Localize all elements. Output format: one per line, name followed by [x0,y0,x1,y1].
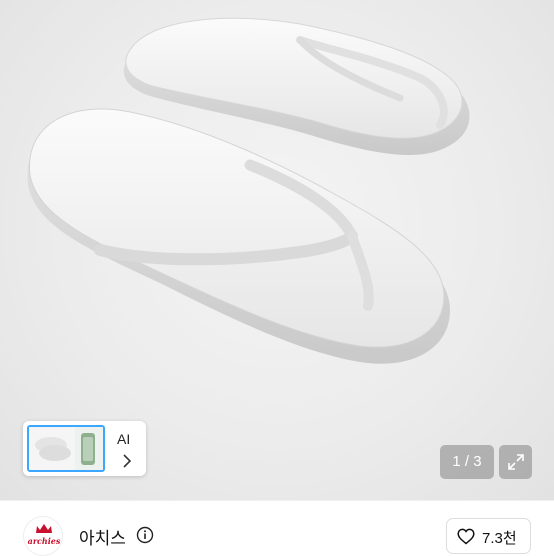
ai-thumbnail-strip [27,425,105,472]
ai-suggestion-card[interactable]: AI [23,421,146,476]
sandal-thumbnail [29,427,75,470]
avatar-logo-text: archies [27,536,61,546]
expand-icon [508,454,524,470]
like-button[interactable]: 7.3천 [446,518,531,554]
chevron-right-icon [123,454,132,468]
image-counter: 1 / 3 [440,445,494,479]
seller-avatar[interactable]: archies [23,516,63,556]
info-icon[interactable] [136,526,154,544]
ai-label: AI [117,431,131,447]
like-count: 7.3천 [482,530,517,547]
product-photo-thumbnail [75,427,103,470]
expand-button[interactable] [499,445,532,479]
heart-icon [457,528,475,545]
seller-name[interactable]: 아치스 [79,524,126,549]
